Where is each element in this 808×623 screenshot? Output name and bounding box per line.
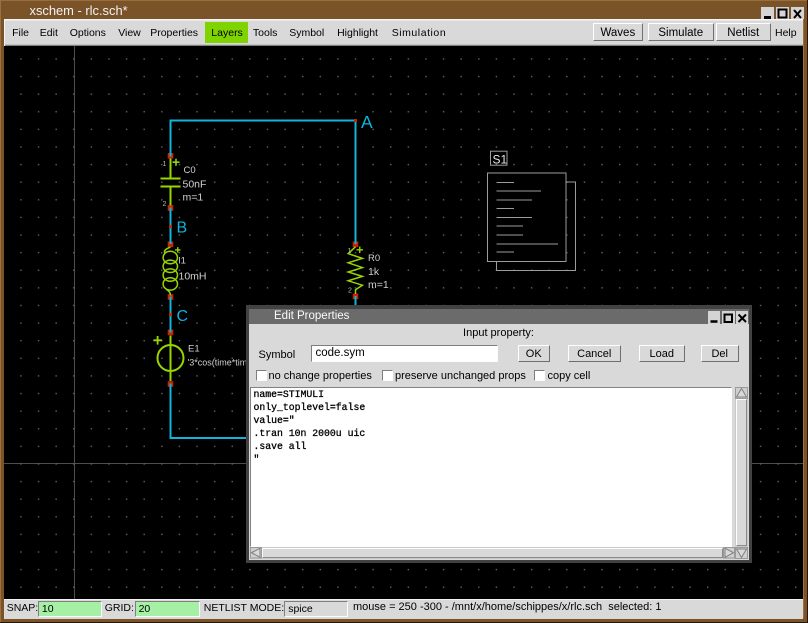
svg-text:2: 2 <box>163 201 167 208</box>
svg-text:l1: l1 <box>179 256 186 267</box>
svg-text:C: C <box>177 308 189 325</box>
svg-text:E1: E1 <box>188 344 200 355</box>
svg-text:S1: S1 <box>493 153 508 167</box>
svg-text:R0: R0 <box>368 253 380 264</box>
svg-text:C0: C0 <box>184 165 196 176</box>
svg-text:1: 1 <box>348 248 352 255</box>
svg-text:50nF: 50nF <box>183 179 207 191</box>
svg-text:1: 1 <box>163 161 167 168</box>
svg-text:m=1: m=1 <box>183 192 204 204</box>
svg-text:A: A <box>361 112 373 132</box>
svg-text:2: 2 <box>348 288 352 295</box>
svg-text:m=1: m=1 <box>368 279 389 291</box>
svg-text:B: B <box>177 220 188 237</box>
svg-text:10mH: 10mH <box>179 271 207 283</box>
svg-text:1k: 1k <box>368 266 380 278</box>
